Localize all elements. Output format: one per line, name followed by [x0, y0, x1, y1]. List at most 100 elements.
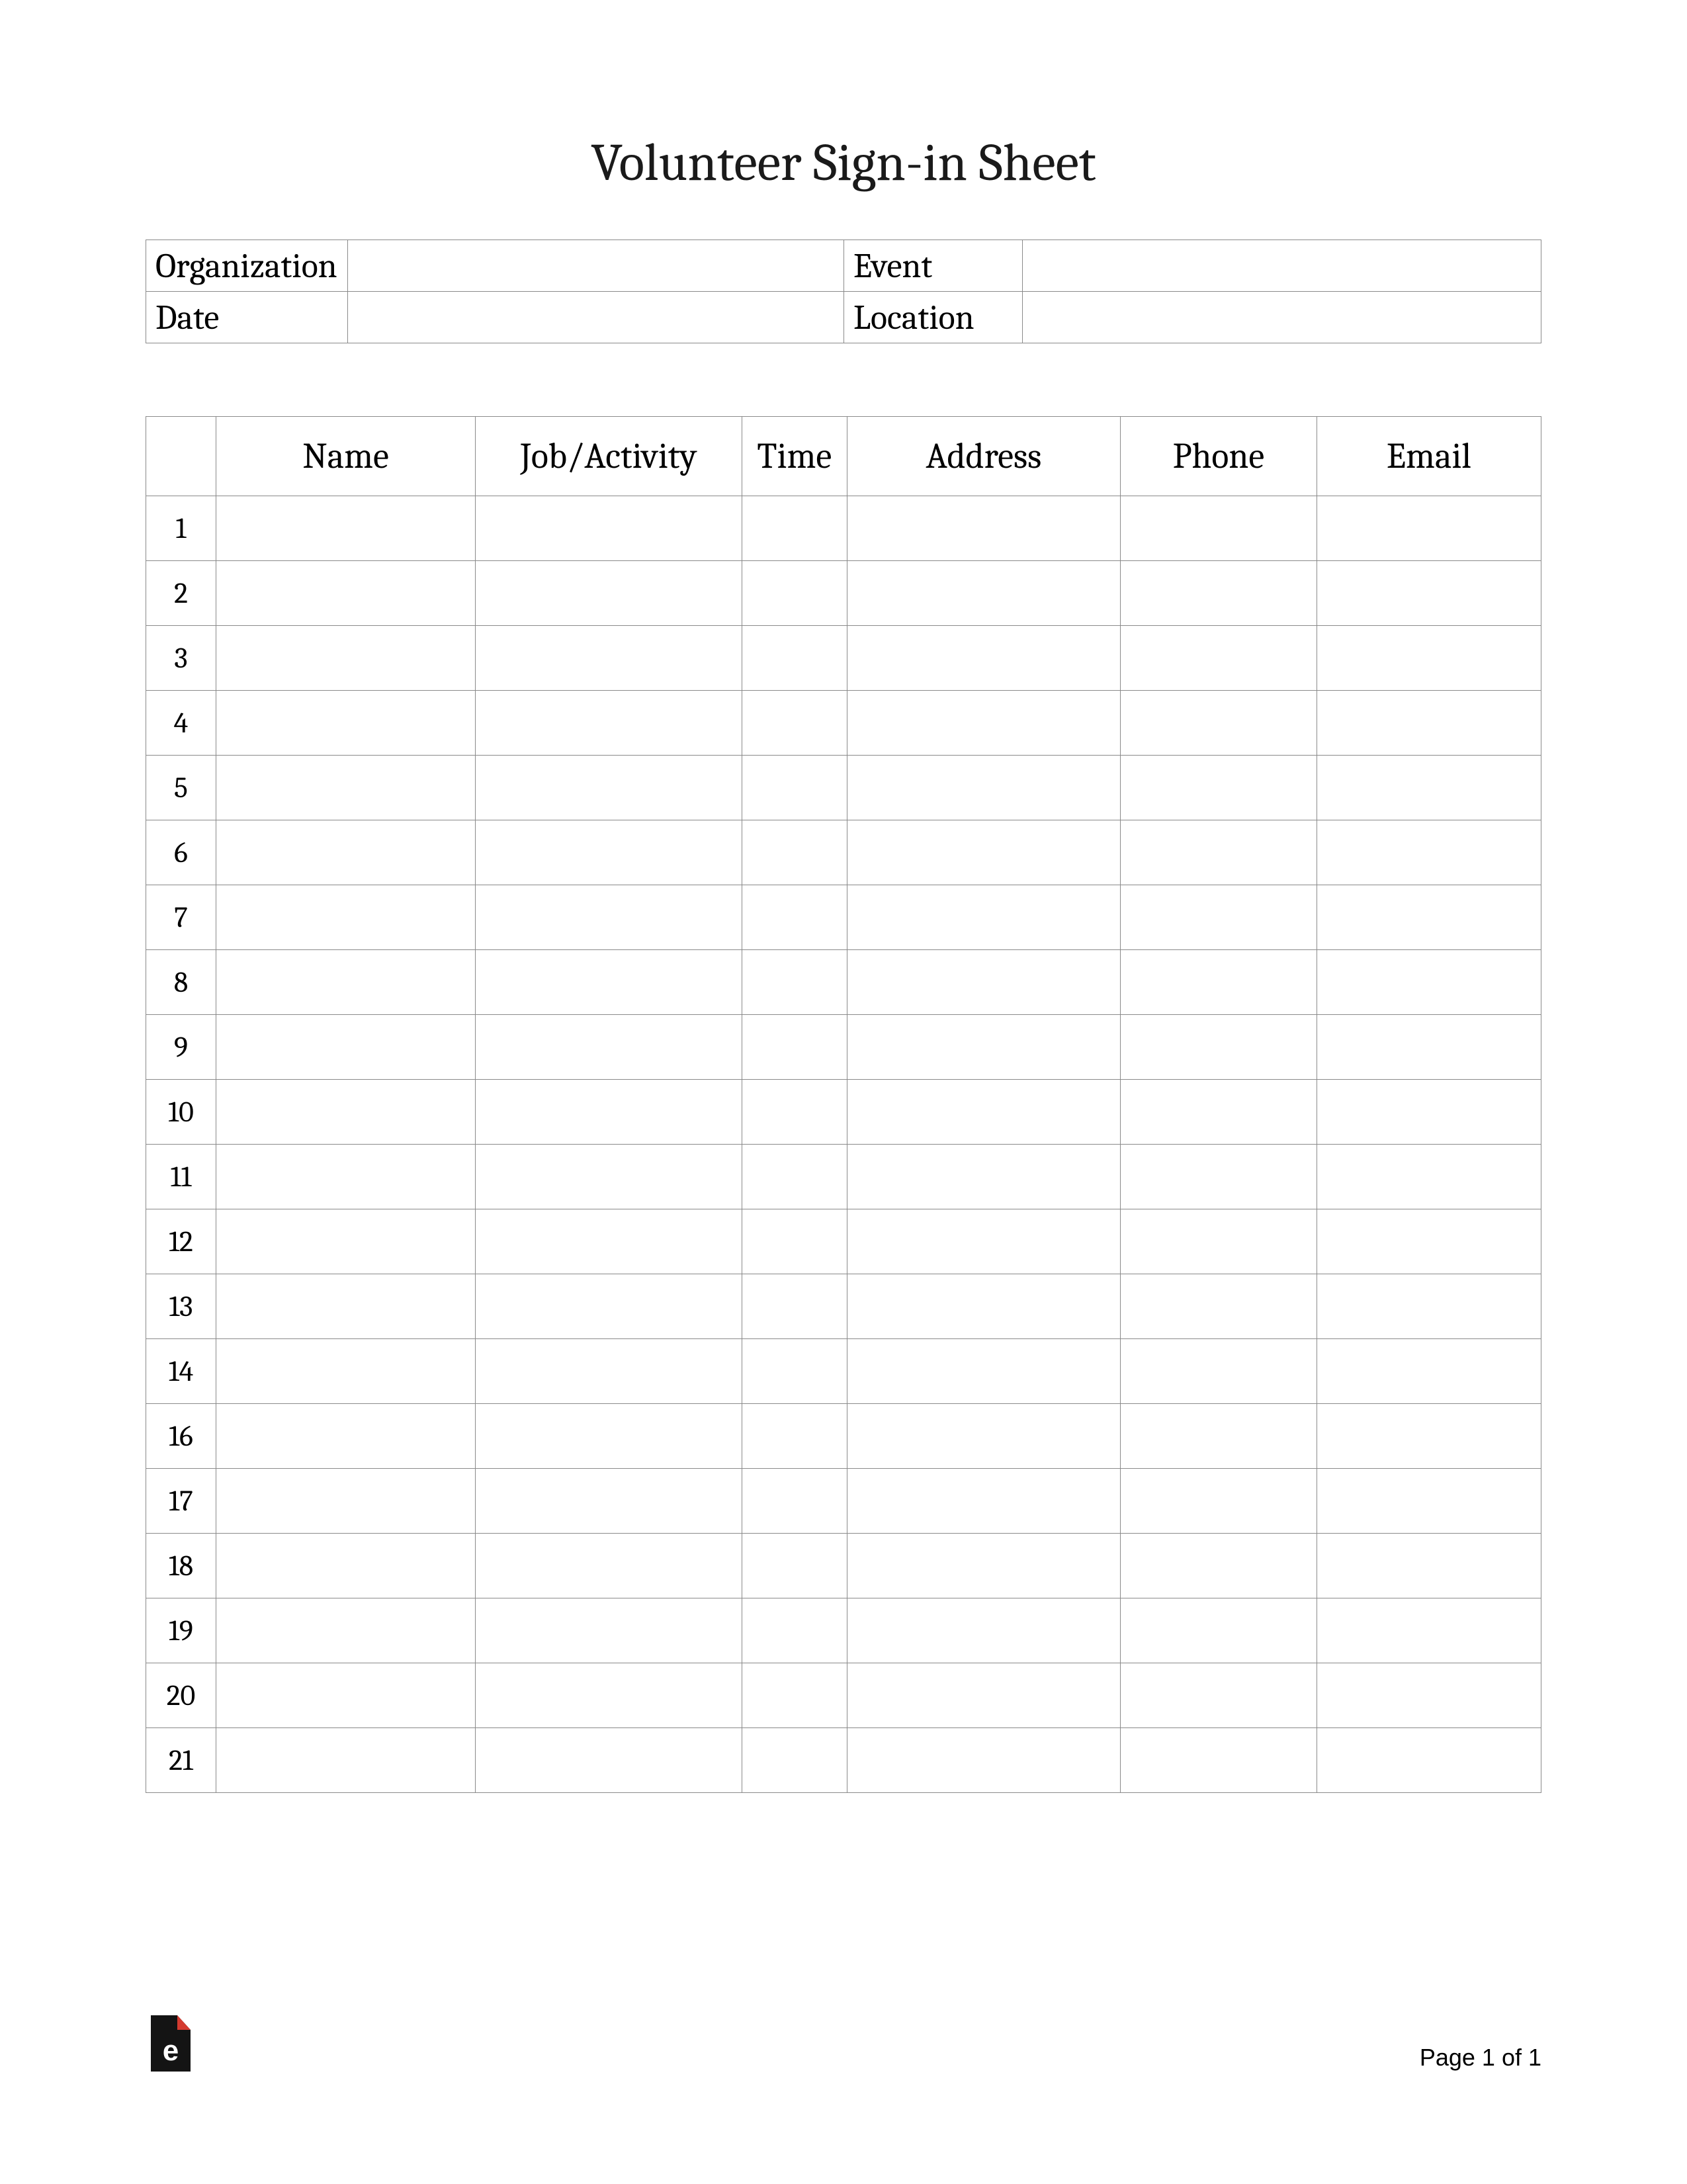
table-cell[interactable]: [847, 1534, 1120, 1598]
table-cell[interactable]: [216, 1145, 475, 1209]
table-cell[interactable]: [1317, 820, 1541, 885]
table-cell[interactable]: [847, 496, 1120, 561]
table-cell[interactable]: [476, 1080, 742, 1145]
table-cell[interactable]: [847, 626, 1120, 691]
table-cell[interactable]: [1121, 626, 1317, 691]
organization-field[interactable]: [348, 240, 844, 292]
table-cell[interactable]: [1121, 691, 1317, 756]
table-cell[interactable]: [847, 1339, 1120, 1404]
table-cell[interactable]: [216, 1404, 475, 1469]
table-cell[interactable]: [742, 1339, 847, 1404]
table-cell[interactable]: [1121, 885, 1317, 950]
table-cell[interactable]: [1121, 1274, 1317, 1339]
table-cell[interactable]: [476, 1209, 742, 1274]
table-cell[interactable]: [476, 496, 742, 561]
table-cell[interactable]: [1317, 626, 1541, 691]
table-cell[interactable]: [1317, 1274, 1541, 1339]
table-cell[interactable]: [476, 561, 742, 626]
table-cell[interactable]: [742, 496, 847, 561]
table-cell[interactable]: [1317, 1469, 1541, 1534]
table-cell[interactable]: [847, 561, 1120, 626]
table-cell[interactable]: [216, 496, 475, 561]
table-cell[interactable]: [742, 1534, 847, 1598]
table-cell[interactable]: [1317, 885, 1541, 950]
table-cell[interactable]: [1121, 1015, 1317, 1080]
table-cell[interactable]: [216, 691, 475, 756]
table-cell[interactable]: [1121, 1404, 1317, 1469]
table-cell[interactable]: [1317, 1015, 1541, 1080]
table-cell[interactable]: [1317, 1598, 1541, 1663]
table-cell[interactable]: [476, 885, 742, 950]
table-cell[interactable]: [1317, 1663, 1541, 1728]
table-cell[interactable]: [216, 885, 475, 950]
table-cell[interactable]: [476, 950, 742, 1015]
table-cell[interactable]: [1317, 1209, 1541, 1274]
table-cell[interactable]: [216, 1469, 475, 1534]
table-cell[interactable]: [216, 820, 475, 885]
table-cell[interactable]: [742, 1015, 847, 1080]
table-cell[interactable]: [476, 691, 742, 756]
table-cell[interactable]: [1317, 756, 1541, 820]
table-cell[interactable]: [847, 1274, 1120, 1339]
table-cell[interactable]: [742, 1080, 847, 1145]
table-cell[interactable]: [1121, 756, 1317, 820]
table-cell[interactable]: [1121, 561, 1317, 626]
table-cell[interactable]: [476, 1339, 742, 1404]
table-cell[interactable]: [1121, 1080, 1317, 1145]
table-cell[interactable]: [847, 691, 1120, 756]
table-cell[interactable]: [847, 1145, 1120, 1209]
table-cell[interactable]: [216, 1274, 475, 1339]
table-cell[interactable]: [742, 885, 847, 950]
table-cell[interactable]: [216, 561, 475, 626]
table-cell[interactable]: [216, 1663, 475, 1728]
table-cell[interactable]: [1317, 1404, 1541, 1469]
table-cell[interactable]: [1317, 950, 1541, 1015]
event-field[interactable]: [1023, 240, 1541, 292]
table-cell[interactable]: [476, 1598, 742, 1663]
table-cell[interactable]: [216, 756, 475, 820]
table-cell[interactable]: [847, 1663, 1120, 1728]
table-cell[interactable]: [742, 1728, 847, 1793]
table-cell[interactable]: [742, 1663, 847, 1728]
table-cell[interactable]: [476, 1274, 742, 1339]
table-cell[interactable]: [476, 1663, 742, 1728]
table-cell[interactable]: [1121, 1598, 1317, 1663]
table-cell[interactable]: [216, 1598, 475, 1663]
date-field[interactable]: [348, 292, 844, 343]
table-cell[interactable]: [476, 1534, 742, 1598]
table-cell[interactable]: [742, 1145, 847, 1209]
table-cell[interactable]: [1317, 1080, 1541, 1145]
table-cell[interactable]: [216, 950, 475, 1015]
table-cell[interactable]: [1121, 950, 1317, 1015]
table-cell[interactable]: [476, 1404, 742, 1469]
table-cell[interactable]: [476, 1728, 742, 1793]
table-cell[interactable]: [216, 1080, 475, 1145]
table-cell[interactable]: [1121, 1728, 1317, 1793]
table-cell[interactable]: [847, 885, 1120, 950]
table-cell[interactable]: [742, 561, 847, 626]
table-cell[interactable]: [847, 1015, 1120, 1080]
table-cell[interactable]: [1317, 1145, 1541, 1209]
table-cell[interactable]: [1317, 1534, 1541, 1598]
table-cell[interactable]: [742, 950, 847, 1015]
table-cell[interactable]: [1121, 496, 1317, 561]
table-cell[interactable]: [1121, 1209, 1317, 1274]
table-cell[interactable]: [847, 950, 1120, 1015]
table-cell[interactable]: [1121, 820, 1317, 885]
table-cell[interactable]: [742, 691, 847, 756]
table-cell[interactable]: [742, 756, 847, 820]
table-cell[interactable]: [847, 1404, 1120, 1469]
table-cell[interactable]: [742, 1469, 847, 1534]
table-cell[interactable]: [216, 626, 475, 691]
table-cell[interactable]: [216, 1728, 475, 1793]
table-cell[interactable]: [1317, 1339, 1541, 1404]
table-cell[interactable]: [742, 1598, 847, 1663]
table-cell[interactable]: [742, 1404, 847, 1469]
table-cell[interactable]: [476, 756, 742, 820]
table-cell[interactable]: [1121, 1663, 1317, 1728]
table-cell[interactable]: [1317, 691, 1541, 756]
table-cell[interactable]: [216, 1339, 475, 1404]
table-cell[interactable]: [847, 756, 1120, 820]
table-cell[interactable]: [1121, 1145, 1317, 1209]
location-field[interactable]: [1023, 292, 1541, 343]
